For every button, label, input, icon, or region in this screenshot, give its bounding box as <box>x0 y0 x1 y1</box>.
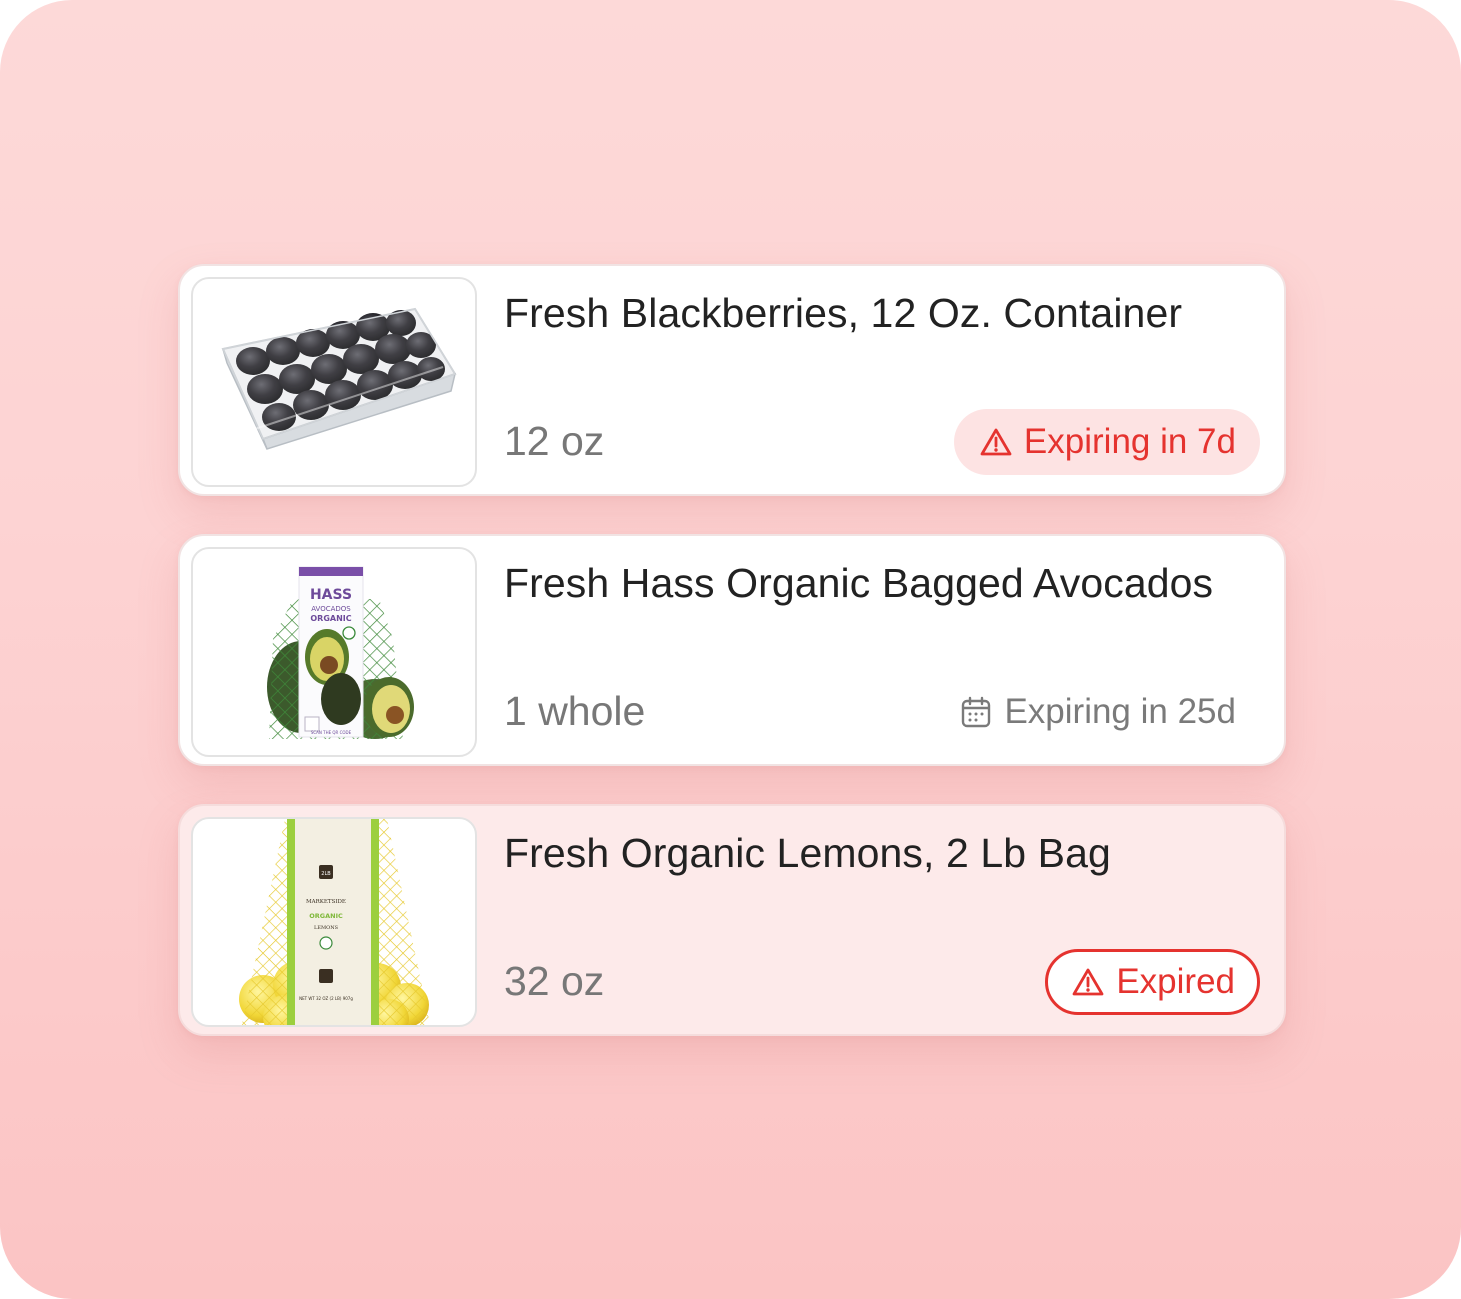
package-brand: MARKETSIDE <box>306 899 346 905</box>
package-line1: ORGANIC <box>309 912 343 920</box>
expiry-status-label: Expiring in 25d <box>1004 692 1236 731</box>
package-line2: LEMONS <box>314 925 339 931</box>
expiry-status-badge: Expiring in 7d <box>953 409 1260 475</box>
expiry-status-label: Expired <box>1116 962 1235 1001</box>
item-quantity: 32 oz <box>504 958 605 1004</box>
package-line2: ORGANIC <box>310 614 351 623</box>
expiry-status-badge: Expired <box>1045 949 1260 1015</box>
background-panel: Fresh Blackberries, 12 Oz. Container 12 … <box>0 0 1461 1299</box>
warning-triangle-icon <box>980 427 1012 457</box>
blackberries-container-image <box>221 307 457 450</box>
calendar-icon <box>960 695 992 729</box>
pantry-item-card[interactable]: Fresh Blackberries, 12 Oz. Container 12 … <box>178 264 1286 496</box>
package-net-weight: NET WT 32 OZ (2 LB) 907g <box>299 996 353 1001</box>
item-quantity: 12 oz <box>504 418 605 464</box>
item-quantity: 1 whole <box>504 688 646 734</box>
package-brand: HASS <box>310 587 352 603</box>
pantry-item-card[interactable]: 2LB MARKETSIDE ORGANIC LEMONS NET WT 32 … <box>178 804 1286 1036</box>
item-title: Fresh Blackberries, 12 Oz. Container <box>504 290 1183 336</box>
product-image-lemons: 2LB MARKETSIDE ORGANIC LEMONS NET WT 32 … <box>191 817 477 1027</box>
warning-triangle-icon <box>1072 967 1104 997</box>
package-size: 2LB <box>321 871 331 877</box>
pantry-item-card[interactable]: HASS AVOCADOS ORGANIC SCAN THE QR CODE F… <box>178 534 1286 766</box>
package-footer: SCAN THE QR CODE <box>311 730 352 735</box>
package-line1: AVOCADOS <box>311 605 351 613</box>
avocado-bag-image: HASS AVOCADOS ORGANIC SCAN THE QR CODE <box>267 566 414 739</box>
item-title: Fresh Organic Lemons, 2 Lb Bag <box>504 830 1111 876</box>
item-title: Fresh Hass Organic Bagged Avocados <box>504 560 1214 606</box>
expiry-status-label: Expiring in 7d <box>1023 422 1236 461</box>
expiry-status-badge: Expiring in 25d <box>960 689 1236 735</box>
product-image-avocados: HASS AVOCADOS ORGANIC SCAN THE QR CODE <box>191 547 477 757</box>
lemon-bag-image: 2LB MARKETSIDE ORGANIC LEMONS NET WT 32 … <box>239 819 431 1025</box>
product-image-blackberries <box>191 277 477 487</box>
